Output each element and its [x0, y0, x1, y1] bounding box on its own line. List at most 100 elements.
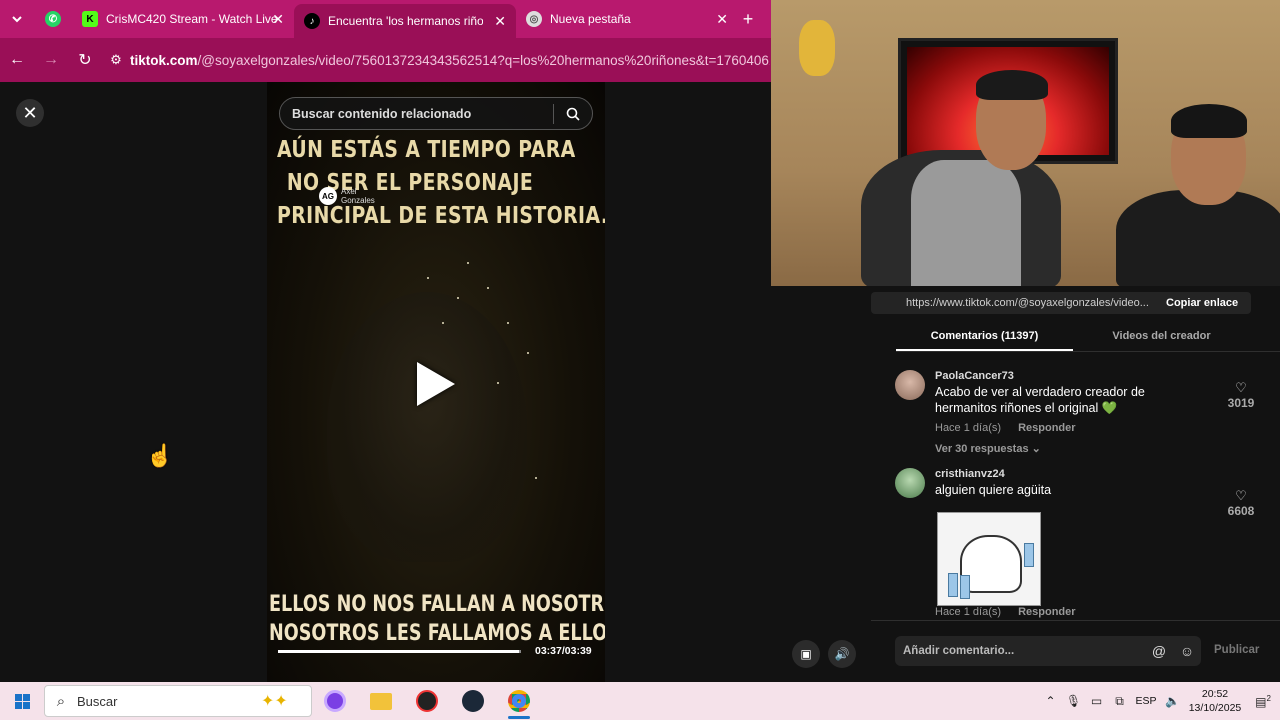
comment-username[interactable]: PaolaCancer73: [935, 370, 1014, 382]
comments-panel: https://www.tiktok.com/@soyaxelgonzales/…: [771, 286, 1280, 682]
tab-kick[interactable]: K CrisMC420 Stream - Watch Live ✕: [72, 0, 294, 38]
mini-player-button[interactable]: ▣: [792, 640, 820, 668]
video-star: [457, 297, 459, 299]
chrome-icon: [508, 690, 530, 712]
taskbar-app-obs[interactable]: [312, 682, 358, 720]
comment-meta: Hace 1 día(s) Responder: [935, 606, 1090, 618]
play-circle-icon: [416, 690, 438, 712]
emoji-icon[interactable]: ☺: [1173, 643, 1201, 659]
notifications-icon[interactable]: ▤2: [1246, 694, 1280, 709]
battery-icon[interactable]: ▭: [1085, 694, 1108, 708]
arrow-left-icon: ←: [9, 51, 25, 68]
reply-button[interactable]: Responder: [1018, 422, 1075, 434]
volume-button[interactable]: 🔊: [828, 640, 856, 668]
close-tab-icon[interactable]: ✕: [494, 13, 506, 30]
watermark-name-line: Axel: [341, 187, 357, 196]
sticker-image[interactable]: [937, 512, 1041, 606]
view-replies-button[interactable]: Ver 30 respuestas ⌄: [935, 442, 1041, 455]
volume-icon[interactable]: 🔈: [1161, 694, 1184, 708]
close-tab-icon[interactable]: ✕: [716, 11, 728, 28]
whatsapp-icon: ✆: [45, 11, 61, 27]
avatar[interactable]: [895, 370, 925, 400]
tab-comments[interactable]: Comentarios (11397): [896, 324, 1073, 351]
video-star: [427, 277, 429, 279]
tab-creator-videos[interactable]: Videos del creador: [1073, 324, 1250, 351]
video-star: [442, 322, 444, 324]
tab-tiktok[interactable]: ♪ Encuentra 'los hermanos riñone ✕: [294, 4, 516, 38]
search-icon[interactable]: [554, 107, 592, 121]
chevron-up-icon[interactable]: ⌃: [1039, 694, 1062, 708]
taskbar-app-chrome[interactable]: [496, 682, 542, 720]
url-field[interactable]: tiktok.com/@soyaxelgonzales/video/756013…: [130, 53, 770, 68]
comment-username[interactable]: cristhianvz24: [935, 468, 1005, 480]
person-right-body: [1116, 190, 1280, 286]
video-player[interactable]: Buscar contenido relacionado AÚN ESTÁS A…: [267, 82, 605, 682]
clock-date: 13/10/2025: [1188, 702, 1242, 714]
mention-icon[interactable]: @: [1145, 643, 1173, 659]
windows-icon: [14, 693, 30, 709]
like-count: 6608: [1227, 504, 1255, 518]
copy-link-button[interactable]: Copiar enlace: [1161, 297, 1238, 309]
back-button[interactable]: ←: [0, 38, 34, 82]
clock-time: 20:52: [1201, 688, 1229, 700]
steam-icon: [462, 690, 484, 712]
tab-search-menu-button[interactable]: [0, 0, 34, 38]
taskbar-app-player[interactable]: [404, 682, 450, 720]
tab-new[interactable]: ◎ Nueva pestaña ✕: [516, 0, 738, 38]
comment-text: Acabo de ver al verdadero creador de her…: [935, 385, 1145, 415]
video-time: 03:37/03:39: [535, 645, 592, 657]
taskbar-app-files[interactable]: [358, 682, 404, 720]
arrow-right-icon: →: [43, 51, 59, 68]
avatar[interactable]: [895, 468, 925, 498]
heart-icon[interactable]: ♡: [1225, 380, 1257, 396]
panel-tabs: Comentarios (11397) Videos del creador: [896, 324, 1280, 352]
play-icon[interactable]: [417, 362, 455, 406]
language-indicator[interactable]: ESP: [1131, 695, 1161, 707]
video-star: [507, 322, 509, 324]
taskbar-search[interactable]: ⌕ Buscar ✦✦: [44, 685, 312, 717]
close-icon: ✕: [22, 102, 38, 123]
site-info-icon[interactable]: ⚙: [102, 52, 130, 68]
obs-icon: [324, 690, 346, 712]
comment-item: PaolaCancer73 Acabo de ver al verdadero …: [895, 370, 1255, 460]
comment-input[interactable]: Añadir comentario... @ ☺: [895, 636, 1201, 666]
taskbar-app-steam[interactable]: [450, 682, 496, 720]
reload-button[interactable]: ↻: [68, 38, 102, 82]
mini-player-icon: ▣: [800, 647, 812, 661]
video-watermark: AG Axel Gonzales: [319, 187, 375, 205]
chevron-down-icon: [12, 16, 22, 23]
hand-cursor-icon: ☝: [146, 443, 174, 468]
search-icon: ⌕: [56, 692, 66, 710]
comment-meta: Hace 1 día(s) Responder: [935, 422, 1090, 434]
heart-icon[interactable]: ♡: [1225, 488, 1257, 504]
tab-label: CrisMC420 Stream - Watch Live: [106, 12, 278, 26]
caption-line: NOSOTROS LES FALLAMOS A ELLOS.: [269, 621, 605, 646]
like-group: ♡ 3019: [1225, 380, 1257, 410]
like-count: 3019: [1227, 396, 1255, 410]
system-tray: ⌃ 🎙 ▭ ⧉ ESP 🔈 20:52 13/10/2025 ▤2: [1039, 682, 1280, 720]
publish-button[interactable]: Publicar: [1214, 644, 1259, 656]
person-left-shirt: [911, 160, 1021, 286]
tiktok-video-modal: ✕ Buscar contenido relacionado AÚN ESTÁS…: [0, 82, 858, 682]
forward-button[interactable]: →: [34, 38, 68, 82]
reload-icon: ↻: [78, 52, 92, 69]
browser-tabbar: ✆ K CrisMC420 Stream - Watch Live ✕ ♪ En…: [0, 0, 771, 38]
comments-list: PaolaCancer73 Acabo de ver al verdadero …: [771, 366, 1280, 620]
tab-whatsapp[interactable]: ✆: [34, 0, 72, 38]
video-progress-bar[interactable]: [278, 650, 521, 653]
related-search-bar[interactable]: Buscar contenido relacionado: [279, 97, 593, 130]
footer-divider: [871, 620, 1280, 621]
share-link[interactable]: https://www.tiktok.com/@soyaxelgonzales/…: [871, 297, 1161, 309]
close-tab-icon[interactable]: ✕: [272, 11, 284, 28]
webcam-overlay: [771, 0, 1280, 286]
clock[interactable]: 20:52 13/10/2025: [1184, 687, 1246, 715]
reply-button[interactable]: Responder: [1018, 606, 1075, 618]
network-icon[interactable]: ⧉: [1108, 694, 1131, 709]
close-modal-button[interactable]: ✕: [16, 99, 44, 127]
person-left-hair: [976, 70, 1048, 100]
new-tab-button[interactable]: +: [738, 0, 758, 38]
start-button[interactable]: [0, 682, 44, 720]
comment-input-placeholder: Añadir comentario...: [903, 645, 1015, 657]
microphone-icon[interactable]: 🎙: [1062, 694, 1085, 708]
comment-time: Hace 1 día(s): [935, 606, 1002, 618]
